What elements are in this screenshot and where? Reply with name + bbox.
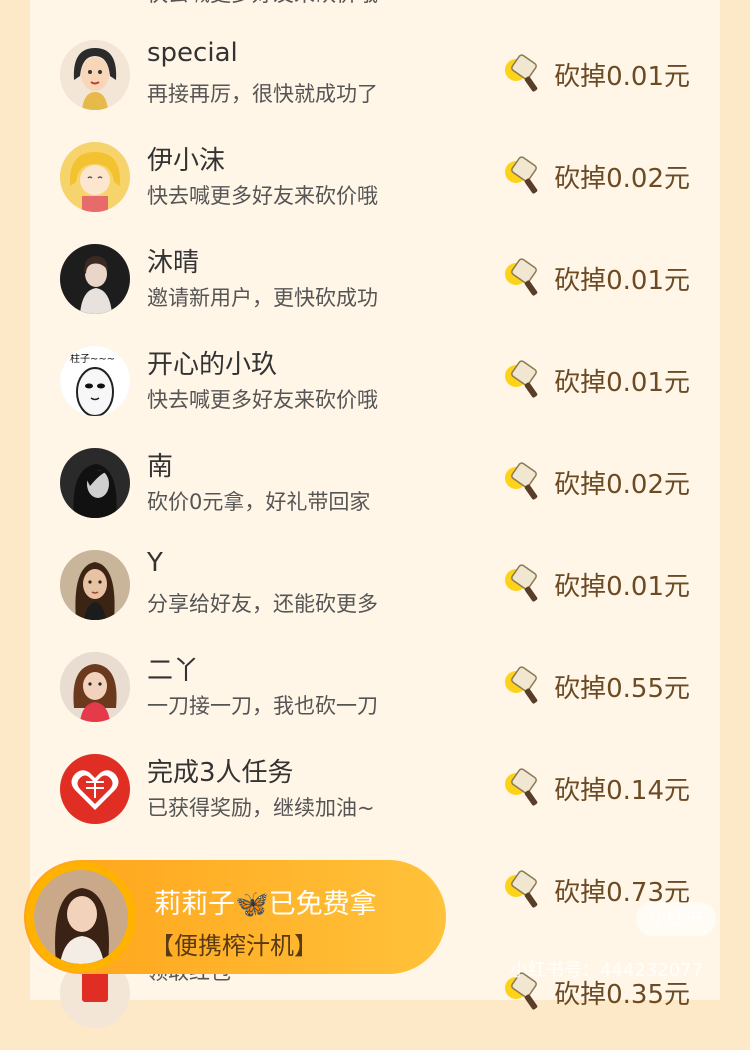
list-item-name: 开心的小玖 xyxy=(147,350,278,380)
watermark-badge: 小红书 xyxy=(636,902,716,936)
bargain-amount: 砍掉0.01元 xyxy=(554,266,690,296)
list-item[interactable]: 完成3人任务 已获得奖励，继续加油~ 砍掉0.14元 xyxy=(30,744,720,846)
cleaver-icon xyxy=(505,156,538,194)
banner-title: 莉莉子🦋已免费拿 xyxy=(154,889,377,920)
list-item-message: 快去喊更多好友来砍价哦 xyxy=(147,0,378,8)
avatar[interactable] xyxy=(60,244,130,314)
list-item-name: 二丫 xyxy=(147,656,200,686)
list-item-message: 快去喊更多好友来砍价哦 xyxy=(147,184,378,208)
banner-product: 【便携榨汁机】 xyxy=(150,932,318,960)
bargain-amount: 砍掉0.01元 xyxy=(554,62,690,92)
list-item: 快去喊更多好友来砍价哦 xyxy=(30,0,720,32)
cleaver-icon xyxy=(505,462,538,500)
avatar[interactable] xyxy=(60,652,130,722)
pinduoduo-logo-icon xyxy=(60,754,130,824)
list-item[interactable]: 柱子~~~ 开心的小玖 快去喊更多好友来砍价哦 砍掉0.01元 xyxy=(30,336,720,438)
list-item[interactable]: Y 分享给好友，还能砍更多 砍掉0.01元 xyxy=(30,540,720,642)
avatar[interactable]: 柱子~~~ xyxy=(60,346,130,416)
list-item-message: 已获得奖励，继续加油~ xyxy=(147,796,375,820)
watermark-text: 小红书号：444232077 xyxy=(510,960,704,981)
list-item[interactable]: special 再接再厉，很快就成功了 砍掉0.01元 xyxy=(30,30,720,132)
list-item-message: 砍价0元拿，好礼带回家 xyxy=(147,490,371,514)
cleaver-icon xyxy=(505,666,538,704)
list-item-message: 邀请新用户，更快砍成功 xyxy=(147,286,378,310)
cleaver-icon xyxy=(505,768,538,806)
list-item-name: Y xyxy=(147,548,163,578)
list-item-message: 再接再厉，很快就成功了 xyxy=(147,82,378,106)
bargain-amount: 砍掉0.01元 xyxy=(554,572,690,602)
list-item[interactable]: 沐晴 邀请新用户，更快砍成功 砍掉0.01元 xyxy=(30,234,720,336)
svg-text:柱子~~~: 柱子~~~ xyxy=(70,352,115,365)
list-item[interactable]: 南 砍价0元拿，好礼带回家 砍掉0.02元 xyxy=(30,438,720,540)
bargain-amount: 砍掉0.01元 xyxy=(554,368,690,398)
list-item-message: 快去喊更多好友来砍价哦 xyxy=(147,388,378,412)
cleaver-icon xyxy=(505,360,538,398)
cleaver-icon xyxy=(505,54,538,92)
free-claim-banner[interactable]: 莉莉子🦋已免费拿 【便携榨汁机】 xyxy=(24,860,446,974)
avatar xyxy=(26,862,136,972)
avatar[interactable] xyxy=(60,40,130,110)
bargain-amount: 砍掉0.14元 xyxy=(554,776,690,806)
list-item-name: 沐晴 xyxy=(147,248,200,278)
bargain-amount: 砍掉0.02元 xyxy=(554,164,690,194)
cleaver-icon xyxy=(505,258,538,296)
list-item-name: 南 xyxy=(147,452,174,482)
avatar[interactable] xyxy=(60,754,130,824)
avatar[interactable] xyxy=(60,142,130,212)
list-item[interactable]: 二丫 一刀接一刀，我也砍一刀 砍掉0.55元 xyxy=(30,642,720,744)
avatar[interactable] xyxy=(60,448,130,518)
cleaver-icon xyxy=(505,870,538,908)
list-item-message: 分享给好友，还能砍更多 xyxy=(147,592,378,616)
list-item-name: special xyxy=(147,38,238,68)
bargain-amount: 砍掉0.02元 xyxy=(554,470,690,500)
cleaver-icon xyxy=(505,564,538,602)
avatar[interactable] xyxy=(60,550,130,620)
list-item[interactable]: 伊小沫 快去喊更多好友来砍价哦 砍掉0.02元 xyxy=(30,132,720,234)
list-item-message: 一刀接一刀，我也砍一刀 xyxy=(147,694,378,718)
list-item-name: 伊小沫 xyxy=(147,146,226,176)
list-item-name: 完成3人任务 xyxy=(147,758,294,788)
bargain-amount: 砍掉0.55元 xyxy=(554,674,690,704)
